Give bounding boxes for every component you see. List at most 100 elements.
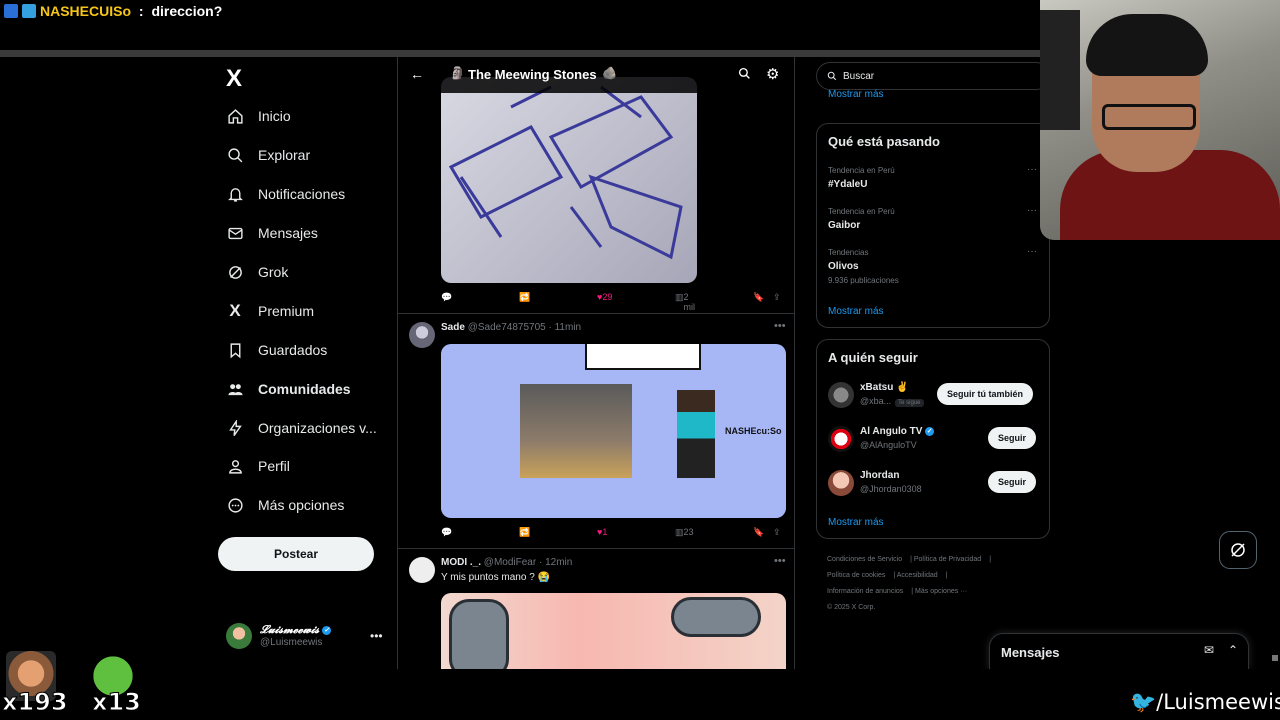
tweet-time[interactable]: 11min: [555, 322, 582, 333]
account-name: 𝓛𝓾𝓲𝓼𝓶𝓮𝓮𝔀𝓲𝓼: [260, 624, 320, 636]
footer-link[interactable]: Información de anuncios: [827, 588, 903, 595]
follow-handle: @Jhordan0308: [860, 484, 922, 494]
show-more-link[interactable]: Mostrar más: [828, 89, 884, 100]
expand-icon[interactable]: ⌃: [1228, 643, 1238, 657]
nav-label: Perfil: [258, 458, 290, 474]
nav-item-organizaciones[interactable]: Organizaciones v...: [226, 413, 377, 443]
people-icon: [226, 380, 244, 398]
stream-chat-bar: NASHECUISo : direccion?: [0, 0, 1040, 50]
more-dots-icon[interactable]: ···: [1027, 246, 1037, 257]
search-icon[interactable]: [738, 67, 751, 83]
follow-back-button[interactable]: Seguir tú también: [937, 383, 1034, 405]
nav-item-explorar[interactable]: Explorar: [226, 140, 310, 170]
avatar[interactable]: [409, 557, 435, 583]
share-icon[interactable]: ⇪: [773, 527, 781, 538]
footer-link[interactable]: Más opciones ···: [915, 588, 967, 595]
trend-name[interactable]: Olivos: [828, 261, 859, 272]
more-dots-icon[interactable]: •••: [774, 320, 786, 332]
footer-links: Condiciones de Servicio | Política de Pri…: [827, 556, 992, 611]
footer-link[interactable]: Condiciones de Servicio: [827, 556, 902, 563]
grok-floating-button[interactable]: [1219, 531, 1257, 569]
x-logo-icon[interactable]: X: [226, 65, 242, 93]
like-button[interactable]: ♥ 1: [597, 527, 607, 537]
image-minecraft-skin: [677, 390, 715, 478]
who-to-follow-title: A quién seguir: [828, 350, 918, 365]
follow-button[interactable]: Seguir: [988, 427, 1037, 449]
person-icon: [226, 457, 244, 475]
chat-message: NASHECUISo : direccion?: [4, 3, 222, 19]
tweet-actions: 💬 🔁 ♥ 1 ▥ 23 🔖 ⇪: [441, 527, 789, 543]
views-stat[interactable]: ▥ 23: [675, 527, 694, 538]
nav-item-mensajes[interactable]: Mensajes: [226, 218, 318, 248]
nav-item-guardados[interactable]: Guardados: [226, 335, 327, 365]
nav-item-notificaciones[interactable]: Notificaciones: [226, 179, 345, 209]
scrollbar-thumb[interactable]: [1272, 655, 1278, 661]
show-more-link[interactable]: Mostrar más: [828, 517, 884, 528]
trends-title: Qué está pasando: [828, 134, 940, 149]
more-dots-icon[interactable]: ···: [1027, 205, 1037, 216]
follow-button[interactable]: Seguir: [988, 471, 1037, 493]
nav-item-premium[interactable]: X Premium: [226, 296, 314, 326]
follow-name[interactable]: xBatsu ✌: [860, 382, 909, 393]
reply-icon[interactable]: 💬: [441, 527, 452, 538]
avatar[interactable]: [828, 426, 854, 452]
x-icon: X: [229, 301, 241, 320]
footer-link[interactable]: Política de Privacidad: [914, 556, 981, 563]
bookmark-icon[interactable]: 🔖: [753, 527, 764, 538]
tweet-image[interactable]: [441, 593, 786, 669]
nav-item-inicio[interactable]: Inicio: [226, 101, 291, 131]
community-timeline: ← 🗿 The Meewing Stones 🪨 ⚙ 💬 🔁 ♥ 29 ▥ 2 …: [397, 57, 795, 669]
views-stat[interactable]: ▥ 2 mil: [675, 292, 695, 312]
like-button[interactable]: ♥ 29: [597, 292, 612, 302]
browser-top-border: [0, 50, 1040, 57]
tweet-author[interactable]: MODI ._.: [441, 557, 481, 568]
home-icon: [226, 107, 244, 125]
gear-icon[interactable]: ⚙: [766, 65, 779, 83]
more-dots-icon[interactable]: ···: [1027, 164, 1037, 175]
nav-label: Explorar: [258, 147, 311, 163]
more-dots-icon[interactable]: •••: [370, 629, 383, 643]
channel-handle: 🐦/Luismeewis: [1130, 690, 1280, 715]
back-arrow-icon[interactable]: ←: [410, 66, 424, 82]
show-more-link[interactable]: Mostrar más: [828, 306, 884, 317]
tweet-author[interactable]: Sade: [441, 322, 465, 333]
nav-item-mas-opciones[interactable]: Más opciones: [226, 490, 344, 520]
follow-name[interactable]: Jhordan: [860, 470, 899, 481]
footer-link[interactable]: Política de cookies: [827, 572, 885, 579]
trend-name[interactable]: #YdaleU: [828, 179, 867, 190]
nav-item-comunidades[interactable]: Comunidades: [226, 374, 351, 404]
bookmark-icon[interactable]: 🔖: [753, 292, 764, 303]
messages-drawer[interactable]: Mensajes ✉ ⌃: [989, 633, 1249, 669]
nav-label: Organizaciones v...: [258, 420, 377, 436]
nav-item-grok[interactable]: Grok: [226, 257, 288, 287]
search-input[interactable]: Buscar: [816, 62, 1050, 90]
more-dots-icon[interactable]: •••: [774, 555, 786, 567]
post-button[interactable]: Postear: [218, 537, 374, 571]
tweet-time[interactable]: 12min: [545, 557, 572, 568]
avatar[interactable]: [828, 470, 854, 496]
footer-link[interactable]: Accesibilidad: [897, 572, 938, 579]
avatar[interactable]: [828, 382, 854, 408]
search-icon: [827, 71, 837, 81]
tweet-image[interactable]: NASHEcu:So: [441, 344, 786, 518]
image-robot: [449, 599, 509, 669]
tweet-handle[interactable]: @Sade74875705: [468, 322, 546, 333]
reply-icon[interactable]: 💬: [441, 292, 452, 303]
share-icon[interactable]: ⇪: [773, 292, 781, 303]
tweet-image[interactable]: [441, 77, 697, 283]
follow-name[interactable]: Al Angulo TV: [860, 426, 922, 437]
nav-item-perfil[interactable]: Perfil: [226, 451, 290, 481]
tweet-handle[interactable]: @ModiFear: [484, 557, 536, 568]
stream-bottom-bar: [0, 669, 1280, 720]
right-sidebar: Buscar Mostrar más Qué está pasando Tend…: [816, 57, 1050, 669]
avatar[interactable]: [409, 322, 435, 348]
image-label: NASHEcu:So: [725, 426, 782, 436]
bell-icon: [226, 185, 244, 203]
trend-name[interactable]: Gaibor: [828, 220, 860, 231]
views-count: 23: [683, 527, 694, 537]
retweet-icon[interactable]: 🔁: [519, 527, 530, 538]
retweet-icon[interactable]: 🔁: [519, 292, 530, 303]
new-message-icon[interactable]: ✉: [1204, 643, 1214, 657]
chat-badge-icon: [22, 4, 36, 18]
account-switcher[interactable]: 𝓛𝓾𝓲𝓼𝓶𝓮𝓮𝔀𝓲𝓼 ✓ @Luismeewis •••: [226, 623, 383, 649]
